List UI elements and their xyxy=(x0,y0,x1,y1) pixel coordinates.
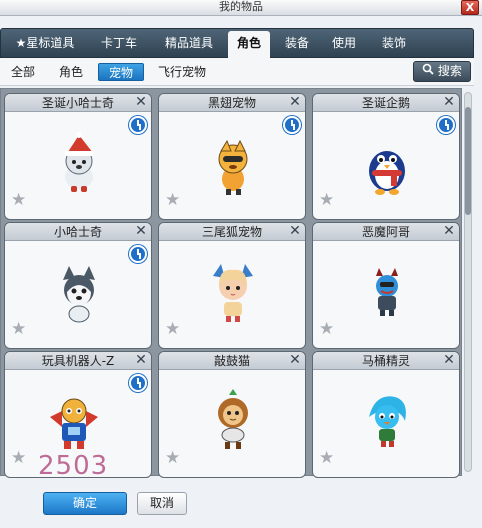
sub-tab-bar: 全部 角色 宠物 飞行宠物 搜索 xyxy=(0,58,474,86)
item-grid: 圣诞小哈士奇 ✕ ★ 黑翅宠物 ✕ ★ 圣诞企鹅 ✕ ★ 小哈士奇 ✕ ★ 三尾… xyxy=(0,88,462,478)
tab-decoration[interactable]: 装饰 xyxy=(374,29,414,57)
item-name: 敲鼓猫 xyxy=(159,352,305,370)
subtab-pet[interactable]: 宠物 xyxy=(98,63,144,81)
husky-dog-icon xyxy=(63,266,95,323)
subtab-character[interactable]: 角色 xyxy=(54,63,88,81)
star-icon[interactable]: ★ xyxy=(319,320,334,338)
star-icon[interactable]: ★ xyxy=(165,320,180,338)
subtab-all[interactable]: 全部 xyxy=(6,63,40,81)
remove-icon[interactable]: ✕ xyxy=(441,224,457,239)
blue-devil-icon xyxy=(376,268,398,316)
item-card[interactable]: 马桶精灵 ✕ ★ xyxy=(312,351,460,478)
remove-icon[interactable]: ✕ xyxy=(287,95,303,110)
overlay-number: 2503 xyxy=(38,451,109,481)
drum-cat-icon xyxy=(218,389,248,449)
item-card[interactable]: 圣诞小哈士奇 ✕ ★ xyxy=(4,93,152,220)
clock-icon xyxy=(129,116,147,134)
remove-icon[interactable]: ✕ xyxy=(441,353,457,368)
item-name: 圣诞小哈士奇 xyxy=(5,94,151,112)
item-name: 玩具机器人-Z xyxy=(5,352,151,370)
remove-icon[interactable]: ✕ xyxy=(287,224,303,239)
item-name: 黑翅宠物 xyxy=(159,94,305,112)
item-card[interactable]: 敲鼓猫 ✕ ★ xyxy=(158,351,306,478)
title-bar: 我的物品 X xyxy=(0,0,482,16)
item-card[interactable]: 三尾狐宠物 ✕ ★ xyxy=(158,222,306,349)
category-tabs: ★星标道具 卡丁车 精品道具 角色 装备 使用 装饰 xyxy=(0,28,474,58)
tab-premium[interactable]: 精品道具 xyxy=(156,29,222,57)
star-icon[interactable]: ★ xyxy=(165,449,180,467)
window-title: 我的物品 xyxy=(219,0,263,13)
clock-icon xyxy=(283,116,301,134)
cancel-button[interactable]: 取消 xyxy=(137,492,187,515)
confirm-button[interactable]: 确定 xyxy=(43,492,127,515)
search-label: 搜索 xyxy=(437,64,462,78)
orange-bee-pet-icon xyxy=(218,139,248,195)
remove-icon[interactable]: ✕ xyxy=(133,224,149,239)
star-icon[interactable]: ★ xyxy=(165,191,180,209)
star-icon[interactable]: ★ xyxy=(11,320,26,338)
item-card[interactable]: 圣诞企鹅 ✕ ★ xyxy=(312,93,460,220)
star-icon[interactable]: ★ xyxy=(319,191,334,209)
three-tail-fox-girl-icon xyxy=(213,264,253,322)
item-card[interactable]: 恶魔阿哥 ✕ ★ xyxy=(312,222,460,349)
item-name: 小哈士奇 xyxy=(5,223,151,241)
scrollbar[interactable] xyxy=(464,92,472,472)
dialog-footer: 确定 取消 xyxy=(0,478,482,528)
tab-kart[interactable]: 卡丁车 xyxy=(91,29,147,57)
search-icon xyxy=(422,62,434,81)
clock-icon xyxy=(129,374,147,392)
item-name: 恶魔阿哥 xyxy=(313,223,459,241)
tab-character[interactable]: 角色 xyxy=(228,31,270,58)
remove-icon[interactable]: ✕ xyxy=(133,353,149,368)
clock-icon xyxy=(437,116,455,134)
item-name: 三尾狐宠物 xyxy=(159,223,305,241)
search-button[interactable]: 搜索 xyxy=(413,61,471,82)
item-name: 马桶精灵 xyxy=(313,352,459,370)
remove-icon[interactable]: ✕ xyxy=(133,95,149,110)
toy-robot-icon xyxy=(50,398,98,449)
tab-equipment[interactable]: 装备 xyxy=(277,29,317,57)
blue-toilet-sprite-icon xyxy=(369,396,406,447)
star-icon[interactable]: ★ xyxy=(319,449,334,467)
star-icon[interactable]: ★ xyxy=(11,449,26,467)
scrollbar-thumb[interactable] xyxy=(465,107,471,215)
clock-icon xyxy=(129,245,147,263)
close-button[interactable]: X xyxy=(461,0,479,15)
tab-use[interactable]: 使用 xyxy=(324,29,364,57)
penguin-scarf-icon xyxy=(369,151,405,195)
remove-icon[interactable]: ✕ xyxy=(287,353,303,368)
remove-icon[interactable]: ✕ xyxy=(441,95,457,110)
star-icon[interactable]: ★ xyxy=(11,191,26,209)
item-name: 圣诞企鹅 xyxy=(313,94,459,112)
subtab-flying-pet[interactable]: 飞行宠物 xyxy=(152,63,212,81)
item-card[interactable]: 黑翅宠物 ✕ ★ xyxy=(158,93,306,220)
husky-santa-hat-icon xyxy=(65,132,93,192)
tab-starred[interactable]: ★星标道具 xyxy=(7,29,83,57)
item-card[interactable]: 小哈士奇 ✕ ★ xyxy=(4,222,152,349)
